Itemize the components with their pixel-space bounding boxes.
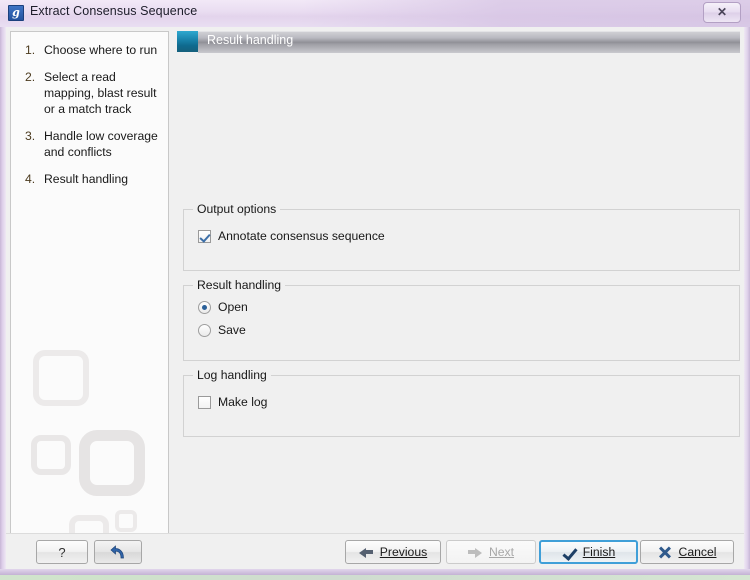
annotate-consensus-checkbox[interactable] bbox=[198, 229, 211, 243]
step-number: 2. bbox=[25, 70, 36, 84]
banner-accent-icon bbox=[177, 31, 198, 52]
result-open-row[interactable]: Open bbox=[198, 300, 248, 314]
wizard-page-content: Result handling Output options Annotate … bbox=[173, 31, 740, 534]
result-open-radio[interactable] bbox=[198, 300, 211, 314]
watermark-square bbox=[79, 430, 145, 496]
window-frame-bottom bbox=[0, 569, 750, 575]
cancel-button[interactable]: Cancel bbox=[640, 540, 734, 564]
previous-button[interactable]: Previous bbox=[345, 540, 441, 564]
wizard-steps-sidebar: 1. Choose where to run 2. Select a read … bbox=[10, 31, 169, 534]
result-save-radio[interactable] bbox=[198, 323, 211, 337]
step-label: Handle low coverage and conflicts bbox=[44, 129, 158, 159]
group-output-options-legend: Output options bbox=[193, 202, 281, 216]
arrow-right-icon bbox=[467, 547, 482, 558]
step-label: Result handling bbox=[44, 172, 129, 186]
page-banner: Result handling bbox=[173, 31, 740, 53]
checkmark-icon bbox=[562, 546, 576, 559]
page-title: Result handling bbox=[207, 33, 294, 47]
watermark-square bbox=[69, 515, 109, 533]
group-log-handling-legend: Log handling bbox=[193, 368, 271, 382]
app-logo-icon: g bbox=[8, 5, 24, 21]
dialog-client-area: 1. Choose where to run 2. Select a read … bbox=[6, 27, 744, 569]
result-open-label: Open bbox=[218, 300, 248, 314]
watermark-square bbox=[33, 350, 89, 406]
reset-arrow-icon bbox=[109, 544, 127, 560]
watermark-square bbox=[31, 435, 71, 475]
arrow-left-icon bbox=[358, 547, 373, 558]
sidebar-step-1[interactable]: 1. Choose where to run bbox=[11, 42, 168, 58]
step-label: Choose where to run bbox=[44, 43, 158, 57]
result-save-label: Save bbox=[218, 323, 246, 337]
wizard-step-list: 1. Choose where to run 2. Select a read … bbox=[11, 42, 168, 198]
finish-button[interactable]: Finish bbox=[539, 540, 638, 564]
title-bar-gloss bbox=[300, 0, 750, 27]
watermark-square bbox=[115, 510, 137, 532]
step-number: 1. bbox=[25, 43, 36, 57]
previous-button-label: Previous bbox=[379, 545, 428, 559]
x-mark-icon bbox=[658, 546, 672, 559]
next-button: Next bbox=[446, 540, 536, 564]
group-output-options: Output options Annotate consensus sequen… bbox=[183, 202, 740, 271]
make-log-checkbox[interactable] bbox=[198, 395, 211, 409]
cancel-button-label: Cancel bbox=[678, 545, 717, 559]
step-label: Select a read mapping, blast result or a… bbox=[44, 70, 157, 116]
reset-button[interactable] bbox=[94, 540, 142, 564]
next-button-label: Next bbox=[488, 545, 515, 559]
close-button[interactable]: ✕ bbox=[703, 2, 741, 23]
help-button[interactable]: ? bbox=[36, 540, 88, 564]
make-log-label: Make log bbox=[218, 395, 268, 409]
annotate-consensus-row[interactable]: Annotate consensus sequence bbox=[198, 229, 385, 243]
step-number: 3. bbox=[25, 129, 36, 143]
window-frame-right bbox=[744, 0, 750, 575]
title-bar[interactable]: g Extract Consensus Sequence ✕ bbox=[0, 0, 750, 27]
step-number: 4. bbox=[25, 172, 36, 186]
group-result-handling-legend: Result handling bbox=[193, 278, 286, 292]
sidebar-step-3[interactable]: 3. Handle low coverage and conflicts bbox=[11, 128, 168, 160]
sidebar-step-2[interactable]: 2. Select a read mapping, blast result o… bbox=[11, 69, 168, 117]
group-result-handling: Result handling Open Save bbox=[183, 278, 740, 361]
dialog-window: g Extract Consensus Sequence ✕ 1. Choose… bbox=[0, 0, 750, 575]
result-save-row[interactable]: Save bbox=[198, 323, 246, 337]
annotate-consensus-label: Annotate consensus sequence bbox=[218, 229, 385, 243]
window-title: Extract Consensus Sequence bbox=[30, 4, 198, 18]
question-mark-icon: ? bbox=[58, 544, 66, 560]
close-icon: ✕ bbox=[716, 5, 728, 19]
finish-button-label: Finish bbox=[582, 545, 616, 559]
dialog-button-bar: ? Previous Next Finish Cancel bbox=[6, 533, 744, 569]
sidebar-step-4[interactable]: 4. Result handling bbox=[11, 171, 168, 187]
group-log-handling: Log handling Make log bbox=[183, 368, 740, 437]
make-log-row[interactable]: Make log bbox=[198, 395, 267, 409]
